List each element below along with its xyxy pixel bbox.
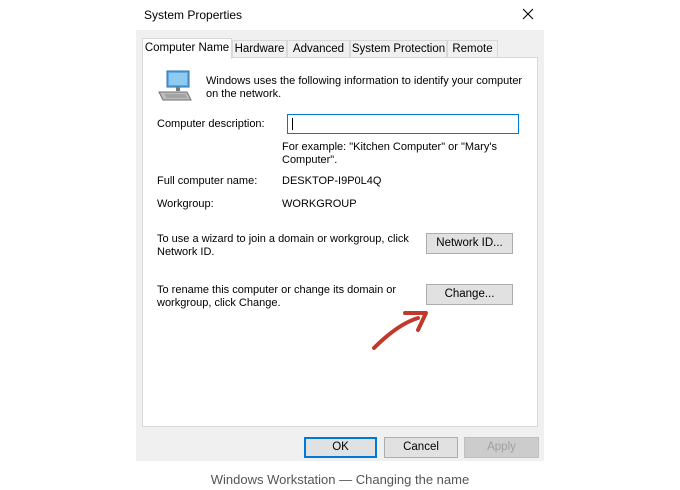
tab-computer-name[interactable]: Computer Name (142, 38, 232, 59)
example-text-line1: For example: "Kitchen Computer" or "Mary… (282, 141, 497, 153)
workgroup-value: WORKGROUP (282, 198, 357, 210)
computer-description-input[interactable] (287, 114, 519, 134)
tab-remote[interactable]: Remote (447, 40, 498, 58)
figure-caption: Windows Workstation — Changing the name (210, 472, 470, 487)
close-icon (522, 8, 534, 20)
computer-name-panel: Windows uses the following information t… (142, 57, 538, 427)
workgroup-label: Workgroup: (157, 198, 214, 210)
wizard-text-line2: Network ID. (157, 246, 215, 258)
ok-button[interactable]: OK (304, 437, 377, 458)
rename-text-line1: To rename this computer or change its do… (157, 284, 397, 296)
apply-button[interactable]: Apply (464, 437, 539, 458)
intro-text-line1: Windows uses the following information t… (206, 75, 523, 87)
window-title: System Properties (144, 8, 243, 22)
title-bar: System Properties (136, 0, 544, 30)
close-button[interactable] (516, 3, 540, 25)
description-label: Computer description: (157, 118, 265, 130)
example-text-line2: Computer". (282, 154, 338, 166)
network-id-button[interactable]: Network ID... (426, 233, 513, 254)
change-button[interactable]: Change... (426, 284, 513, 305)
cancel-button[interactable]: Cancel (384, 437, 458, 458)
text-caret (292, 118, 293, 130)
full-name-value: DESKTOP-I9P0L4Q (282, 175, 382, 187)
computer-icon (158, 70, 192, 101)
intro-text-line2: on the network. (206, 88, 282, 100)
system-properties-dialog: System Properties Computer Name Hardware… (136, 0, 544, 461)
wizard-text-line1: To use a wizard to join a domain or work… (157, 233, 409, 245)
tab-advanced[interactable]: Advanced (287, 40, 350, 58)
tab-hardware[interactable]: Hardware (232, 40, 287, 58)
full-name-label: Full computer name: (157, 175, 258, 187)
tab-system-protection[interactable]: System Protection (350, 40, 447, 58)
rename-text-line2: workgroup, click Change. (157, 297, 281, 309)
